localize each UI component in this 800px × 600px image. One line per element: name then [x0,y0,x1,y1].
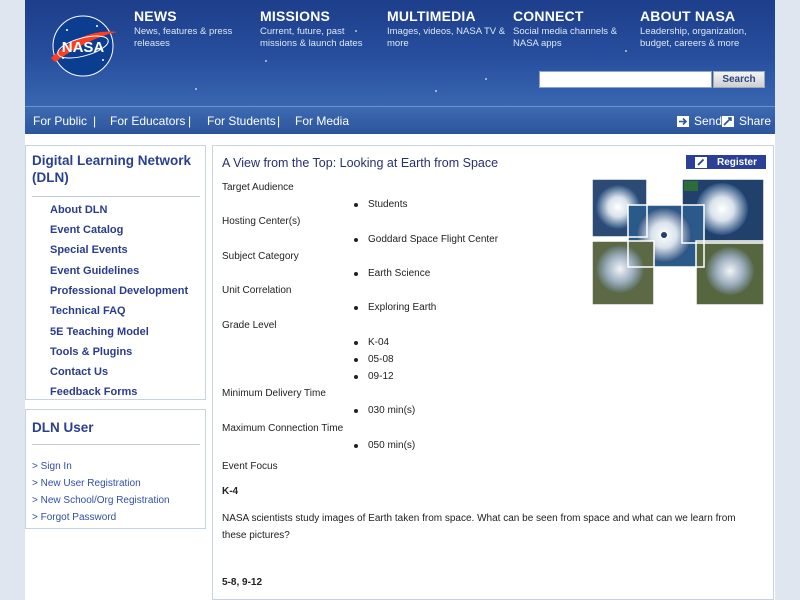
event-title: A View from the Top: Looking at Earth fr… [222,156,499,170]
divider [32,196,200,197]
grade-level-value: K-04 [353,337,390,348]
min-delivery-label: Minimum Delivery Time [222,388,326,399]
nav-connect[interactable]: CONNECT Social media channels & NASA app… [513,8,633,50]
share-icon [722,115,734,127]
sidebar-item-technical-faq[interactable]: Technical FAQ [50,305,126,317]
max-connection-label: Maximum Connection Time [222,423,344,434]
nav-news-title[interactable]: NEWS [134,8,254,24]
register-button[interactable]: Register [686,155,766,169]
nav-about[interactable]: ABOUT NASA Leadership, organization, bud… [640,8,760,50]
sidebar-dln: Digital Learning Network (DLN) About DLN… [25,145,206,400]
page: NASA NEWS News, features & press release… [25,0,775,600]
send-icon [677,115,689,127]
send-label: Send [694,114,723,128]
nav-missions[interactable]: MISSIONS Current, future, past missions … [260,8,380,50]
search-input[interactable] [539,71,712,88]
nav-missions-title[interactable]: MISSIONS [260,8,380,24]
grade-level-value: 05-08 [354,354,394,365]
target-audience-value: Students [353,199,408,210]
sidebar-item-professional-development[interactable]: Professional Development [50,285,188,297]
share-link[interactable]: Share [722,114,771,128]
new-school-registration-link[interactable]: > New School/Org Registration [32,495,170,506]
sidebar-item-5e-teaching-model[interactable]: 5E Teaching Model [50,326,149,338]
hosting-center-value: Goddard Space Flight Center [353,234,499,245]
edit-icon [694,156,707,168]
hurricane-collage-image [590,177,766,308]
nav-missions-desc: Current, future, past missions & launch … [260,26,363,49]
nav-connect-title[interactable]: CONNECT [513,8,633,24]
divider [32,444,200,445]
register-label: Register [716,156,757,168]
new-user-registration-link[interactable]: > New User Registration [32,478,141,489]
audience-educators-link[interactable]: For Educators [110,114,185,128]
forgot-password-link[interactable]: > Forgot Password [32,512,116,523]
sidebar-item-feedback-forms[interactable]: Feedback Forms [50,386,137,398]
grade-level-value: 09-12 [354,371,394,382]
nav-connect-desc: Social media channels & NASA apps [513,26,618,49]
focus-k4-description: NASA scientists study images of Earth ta… [222,513,736,541]
separator: | [93,114,97,128]
sidebar-item-event-catalog[interactable]: Event Catalog [50,224,123,236]
nav-multimedia-title[interactable]: MULTIMEDIA [387,8,507,24]
grade-level-label: Grade Level [222,320,277,331]
share-label: Share [739,114,772,128]
event-detail: A View from the Top: Looking at Earth fr… [212,145,774,600]
subject-category-value: Earth Science [353,268,431,279]
nav-about-title[interactable]: ABOUT NASA [640,8,760,24]
send-link[interactable]: Send [677,114,722,128]
focus-k4-heading: K-4 [222,486,239,497]
focus-58-912-heading: 5-8, 9-12 [222,577,263,588]
nasa-logo[interactable]: NASA [45,14,121,78]
audience-students-link[interactable]: For Students [207,114,276,128]
sidebar-item-tools-plugins[interactable]: Tools & Plugins [50,346,132,358]
max-connection-value: 050 min(s) [353,440,416,451]
nav-news-desc: News, features & press releases [134,26,233,49]
subject-category-label: Subject Category [222,251,299,262]
dln-user-title: DLN User [32,420,94,435]
audience-media-link[interactable]: For Media [295,114,349,128]
sidebar-dln-user: DLN User > Sign In > New User Registrati… [25,409,206,529]
audience-public-link[interactable]: For Public [33,114,87,128]
sidebar-item-event-guidelines[interactable]: Event Guidelines [50,265,139,277]
target-audience-label: Target Audience [222,182,294,193]
search-button[interactable]: Search [713,71,765,88]
sidebar-title[interactable]: Digital Learning Network (DLN) [32,152,202,186]
nav-about-desc: Leadership, organization, budget, career… [640,26,747,49]
nav-multimedia[interactable]: MULTIMEDIA Images, videos, NASA TV & mor… [387,8,507,50]
site-header: NASA NEWS News, features & press release… [25,0,775,106]
sidebar-item-about-dln[interactable]: About DLN [50,204,107,216]
sidebar-item-contact-us[interactable]: Contact Us [50,366,108,378]
unit-correlation-label: Unit Correlation [222,285,292,296]
hosting-center-label: Hosting Center(s) [222,216,301,227]
nav-multimedia-desc: Images, videos, NASA TV & more [387,26,506,49]
unit-correlation-value: Exploring Earth [353,302,437,313]
event-focus-label: Event Focus [222,461,278,472]
sign-in-link[interactable]: > Sign In [32,461,72,472]
nav-news[interactable]: NEWS News, features & press releases [134,8,254,50]
logo-text: NASA [62,39,105,56]
min-delivery-value: 030 min(s) [353,405,416,416]
audience-bar: For Public | For Educators | For Student… [25,106,775,134]
separator: | [277,114,281,128]
sidebar-item-special-events[interactable]: Special Events [50,244,128,256]
separator: | [188,114,192,128]
